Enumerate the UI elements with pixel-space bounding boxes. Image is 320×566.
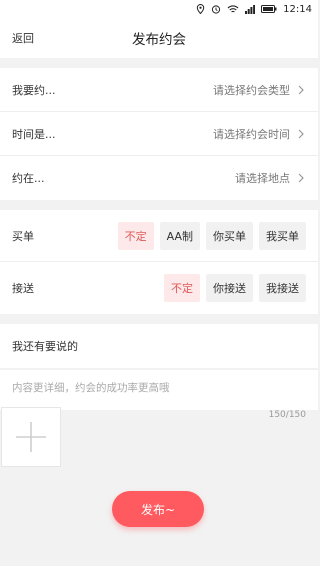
page-title: 发布约会 <box>132 32 186 48</box>
notes-counter: 150/150 <box>268 410 306 420</box>
pickup-option-i-pickup[interactable]: 我接送 <box>259 274 306 302</box>
payment-option-undecided[interactable]: 不定 <box>117 221 154 250</box>
pickup-row: 接送 不定 你接送 我接送 <box>0 262 318 314</box>
chevron-right-icon <box>298 173 304 183</box>
field-location-value: 请选择地点 <box>235 172 290 185</box>
status-bar: 12:14 <box>0 0 318 18</box>
chevron-right-icon <box>298 129 304 138</box>
appointment-fields: 我要约... 请选择约会类型 时间是... 请选择约会时间 约在... 请选择地… <box>0 68 318 200</box>
status-time: 12:14 <box>283 3 312 15</box>
pickup-options: 不定 你接送 我接送 <box>164 274 306 302</box>
field-type-value: 请选择约会类型 <box>213 83 290 97</box>
field-location-row[interactable]: 约在... 请选择地点 <box>0 156 318 200</box>
signal-icon <box>245 4 256 14</box>
field-type-row[interactable]: 我要约... 请选择约会类型 <box>0 68 318 112</box>
battery-icon <box>261 5 277 13</box>
payment-option-you-pay[interactable]: 你买单 <box>206 221 253 250</box>
alarm-icon <box>211 4 221 14</box>
notes-input[interactable] <box>0 370 318 410</box>
add-photo-button[interactable] <box>1 407 61 467</box>
plus-icon <box>16 422 46 452</box>
field-location-label: 约在... <box>12 172 45 185</box>
notes-title: 我还有要说的 <box>0 324 318 368</box>
app-header: 返回 发布约会 <box>0 18 318 58</box>
field-time-label: 时间是... <box>12 127 56 141</box>
field-time-row[interactable]: 时间是... 请选择约会时间 <box>0 112 318 156</box>
payment-options: 不定 AA制 你买单 我买单 <box>117 221 306 250</box>
chevron-right-icon <box>298 85 304 94</box>
notes-field-wrap: 150/150 <box>0 370 318 420</box>
options-group: 买单 不定 AA制 你买单 我买单 接送 不定 你接送 我接送 <box>0 210 318 314</box>
pickup-option-undecided[interactable]: 不定 <box>164 274 200 302</box>
payment-option-i-pay[interactable]: 我买单 <box>259 221 306 250</box>
pickup-option-you-pickup[interactable]: 你接送 <box>206 274 253 302</box>
wifi-icon <box>227 4 239 14</box>
payment-row: 买单 不定 AA制 你买单 我买单 <box>0 210 318 262</box>
publish-button[interactable]: 发布~ <box>112 491 204 527</box>
back-button[interactable]: 返回 <box>12 30 34 46</box>
pickup-label: 接送 <box>12 282 34 295</box>
location-icon <box>196 4 205 14</box>
payment-option-aa[interactable]: AA制 <box>159 221 200 250</box>
payment-label: 买单 <box>12 229 34 243</box>
field-type-label: 我要约... <box>12 83 56 97</box>
field-time-value: 请选择约会时间 <box>213 127 290 141</box>
